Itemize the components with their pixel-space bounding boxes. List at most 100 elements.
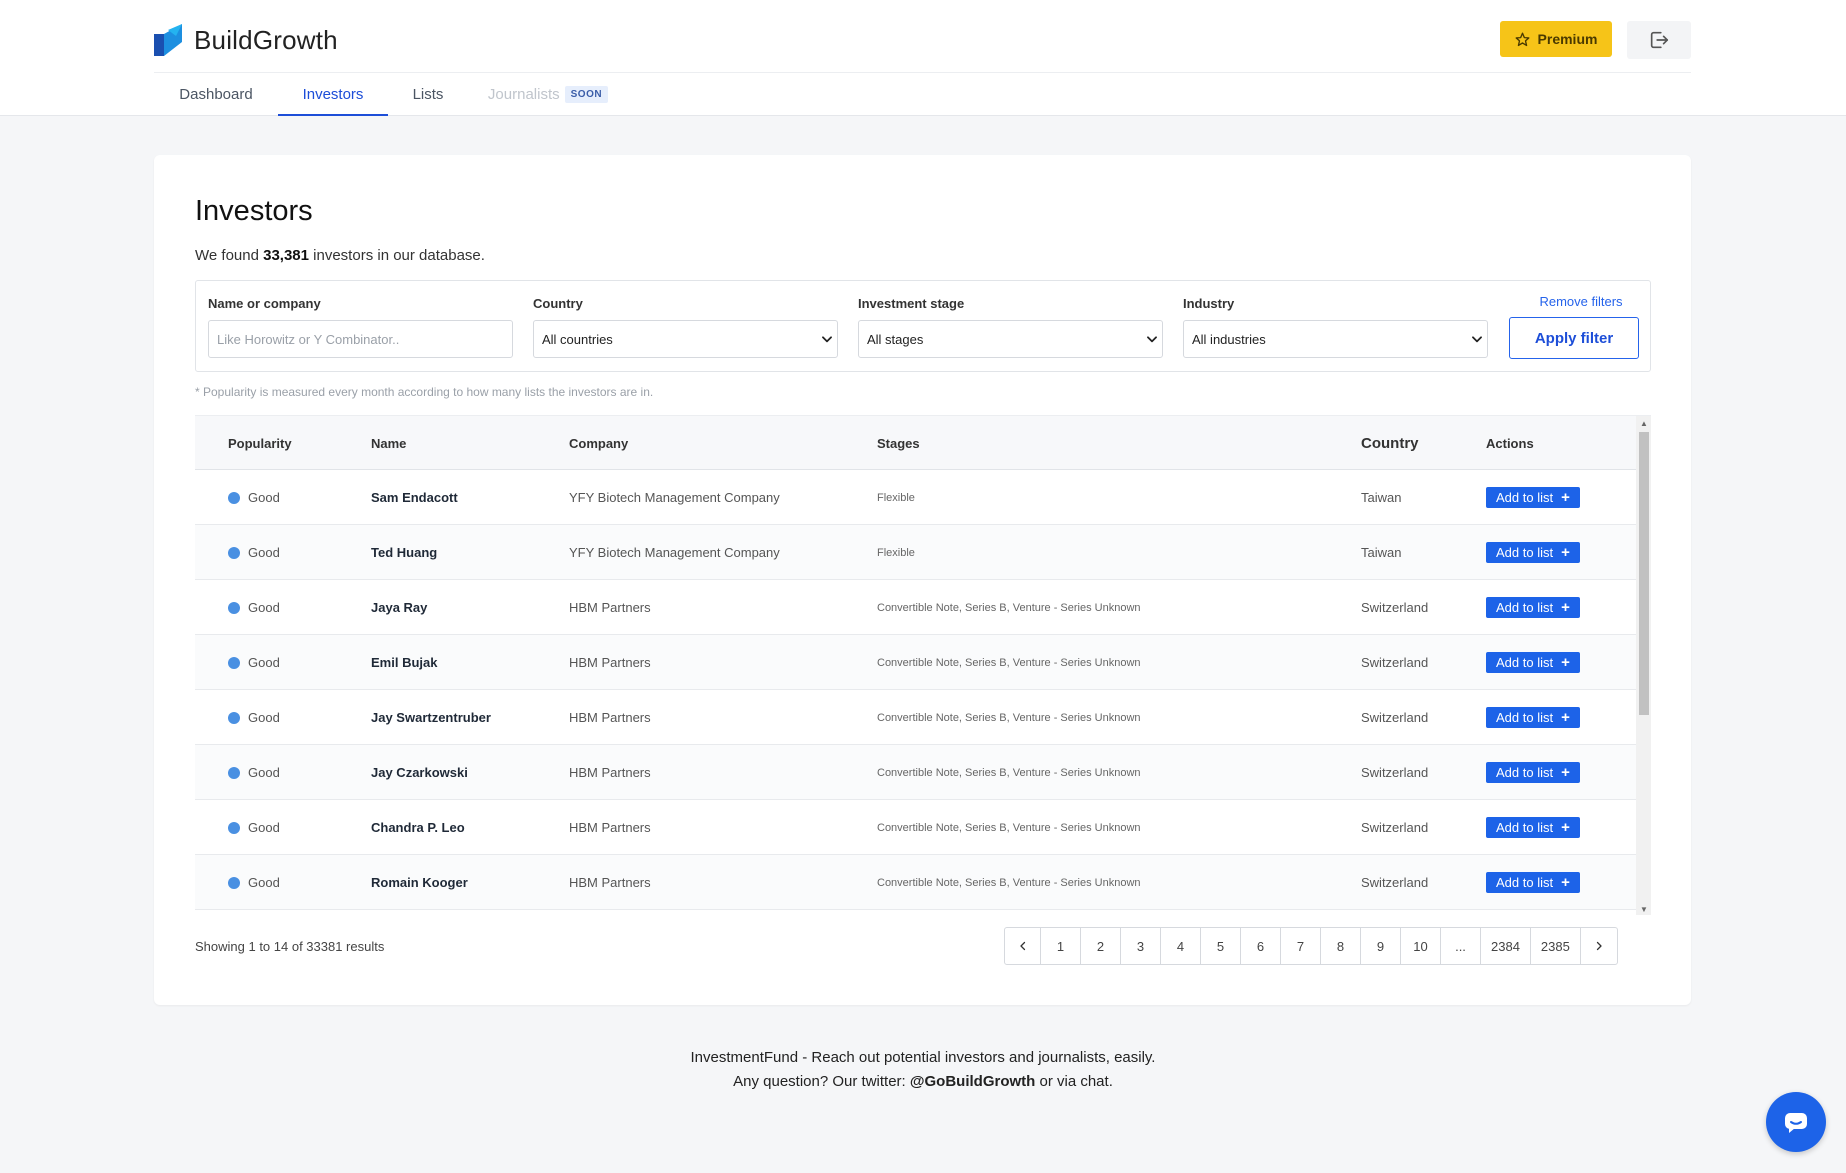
stage-select[interactable]: All stages — [858, 320, 1163, 358]
cell-country: Switzerland — [1361, 580, 1428, 635]
page-button[interactable]: 6 — [1241, 928, 1281, 964]
add-to-list-label: Add to list — [1496, 600, 1554, 615]
page-button[interactable]: 5 — [1201, 928, 1241, 964]
page-button[interactable]: 8 — [1321, 928, 1361, 964]
premium-label: Premium — [1537, 31, 1598, 47]
page-button[interactable]: 2384 — [1481, 928, 1531, 964]
add-to-list-label: Add to list — [1496, 545, 1554, 560]
page-button[interactable]: 3 — [1121, 928, 1161, 964]
header-country: Country — [1361, 434, 1419, 452]
remove-filters-link[interactable]: Remove filters — [1527, 294, 1635, 309]
tab-journalists: Journalists SOON — [468, 73, 628, 116]
logout-button[interactable] — [1627, 21, 1691, 59]
plus-icon: + — [1561, 489, 1570, 506]
cell-company: HBM Partners — [569, 745, 651, 800]
stage-select-value: All stages — [867, 331, 924, 347]
page-button[interactable]: 7 — [1281, 928, 1321, 964]
tab-label: Journalists — [487, 86, 560, 103]
tab-label: Dashboard — [179, 86, 253, 103]
add-to-list-button[interactable]: Add to list + — [1486, 707, 1580, 728]
cell-name[interactable]: Chandra P. Leo — [371, 800, 465, 855]
name-company-input[interactable] — [208, 320, 513, 358]
apply-filter-button[interactable]: Apply filter — [1509, 317, 1639, 359]
table-scrollbar[interactable]: ▲ ▼ — [1636, 416, 1651, 915]
cell-company: YFY Biotech Management Company — [569, 470, 780, 525]
add-to-list-button[interactable]: Add to list + — [1486, 597, 1580, 618]
cell-popularity: Good — [228, 690, 280, 745]
country-filter: Country All countries — [533, 296, 838, 358]
add-to-list-button[interactable]: Add to list + — [1486, 652, 1580, 673]
scroll-thumb[interactable] — [1639, 432, 1649, 715]
cell-popularity: Good — [228, 745, 280, 800]
add-to-list-button[interactable]: Add to list + — [1486, 817, 1580, 838]
star-icon — [1515, 32, 1529, 46]
prev-page-button[interactable] — [1005, 928, 1041, 964]
cell-actions: Add to list + — [1486, 690, 1580, 745]
tab-label: Investors — [302, 86, 364, 103]
chat-icon — [1785, 1113, 1807, 1133]
footer-tagline: InvestmentFund - Reach out potential inv… — [690, 1049, 1156, 1066]
page-button[interactable]: 2385 — [1531, 928, 1581, 964]
popularity-text: Good — [248, 710, 280, 725]
cell-name[interactable]: Ted Huang — [371, 525, 437, 580]
tab-investors[interactable]: Investors — [278, 73, 388, 116]
cell-actions: Add to list + — [1486, 855, 1580, 910]
country-select[interactable]: All countries — [533, 320, 838, 358]
name-filter-label: Name or company — [208, 296, 321, 311]
tab-dashboard[interactable]: Dashboard — [154, 73, 278, 116]
cell-name[interactable]: Jay Swartzentruber — [371, 690, 491, 745]
cell-country: Switzerland — [1361, 800, 1428, 855]
logo[interactable]: BuildGrowth — [154, 24, 338, 56]
plus-icon: + — [1561, 764, 1570, 781]
country-text: Switzerland — [1361, 875, 1429, 890]
page-button[interactable]: 2 — [1081, 928, 1121, 964]
cell-name[interactable]: Jay Czarkowski — [371, 745, 468, 800]
stage-filter-label: Investment stage — [858, 296, 965, 311]
cell-name[interactable]: Emil Bujak — [371, 635, 437, 690]
page-button[interactable]: 9 — [1361, 928, 1401, 964]
cell-name[interactable]: Romain Kooger — [371, 855, 468, 910]
page-button[interactable]: 1 — [1041, 928, 1081, 964]
soon-badge: SOON — [564, 86, 609, 103]
add-to-list-label: Add to list — [1496, 655, 1554, 670]
page-button[interactable]: 10 — [1401, 928, 1441, 964]
add-to-list-button[interactable]: Add to list + — [1486, 487, 1580, 508]
company-text: YFY Biotech Management Company — [569, 545, 780, 560]
name-text: Romain Kooger — [371, 875, 468, 890]
add-to-list-button[interactable]: Add to list + — [1486, 762, 1580, 783]
plus-icon: + — [1561, 709, 1570, 726]
cell-stages: Convertible Note, Series B, Venture - Se… — [877, 635, 1141, 690]
stage-filter: Investment stage All stages — [858, 296, 1163, 358]
industry-select[interactable]: All industries — [1183, 320, 1488, 358]
table-row: Good Ted Huang YFY Biotech Management Comp… — [195, 525, 1636, 580]
page-button[interactable]: 4 — [1161, 928, 1201, 964]
country-text: Taiwan — [1361, 545, 1402, 560]
popularity-text: Good — [248, 820, 280, 835]
add-to-list-button[interactable]: Add to list + — [1486, 542, 1580, 563]
cell-name[interactable]: Jaya Ray — [371, 580, 427, 635]
app-name: BuildGrowth — [194, 24, 338, 55]
cell-company: YFY Biotech Management Company — [569, 525, 780, 580]
cell-stages: Convertible Note, Series B, Venture - Se… — [877, 690, 1141, 745]
found-summary: We found 33,381 investors in our databas… — [195, 247, 485, 264]
cell-name[interactable]: Sam Endacott — [371, 470, 458, 525]
twitter-link[interactable]: @GoBuildGrowth — [910, 1073, 1035, 1090]
cell-popularity: Good — [228, 635, 280, 690]
tab-lists[interactable]: Lists — [388, 73, 468, 116]
stages-text: Flexible — [877, 491, 915, 504]
premium-button[interactable]: Premium — [1500, 21, 1612, 57]
next-page-button[interactable] — [1581, 928, 1617, 964]
page-ellipsis: ... — [1441, 928, 1481, 964]
popularity-dot-icon — [228, 491, 240, 504]
name-text: Ted Huang — [371, 545, 438, 560]
company-text: HBM Partners — [569, 710, 651, 725]
chat-button[interactable] — [1766, 1092, 1826, 1152]
scroll-up-icon[interactable]: ▲ — [1639, 418, 1649, 428]
add-to-list-button[interactable]: Add to list + — [1486, 872, 1580, 893]
plus-icon: + — [1561, 874, 1570, 891]
industry-filter-label: Industry — [1183, 296, 1235, 311]
scroll-down-icon[interactable]: ▼ — [1639, 904, 1649, 914]
cell-stages: Convertible Note, Series B, Venture - Se… — [877, 745, 1141, 800]
popularity-dot-icon — [228, 711, 240, 724]
company-text: HBM Partners — [569, 875, 651, 890]
